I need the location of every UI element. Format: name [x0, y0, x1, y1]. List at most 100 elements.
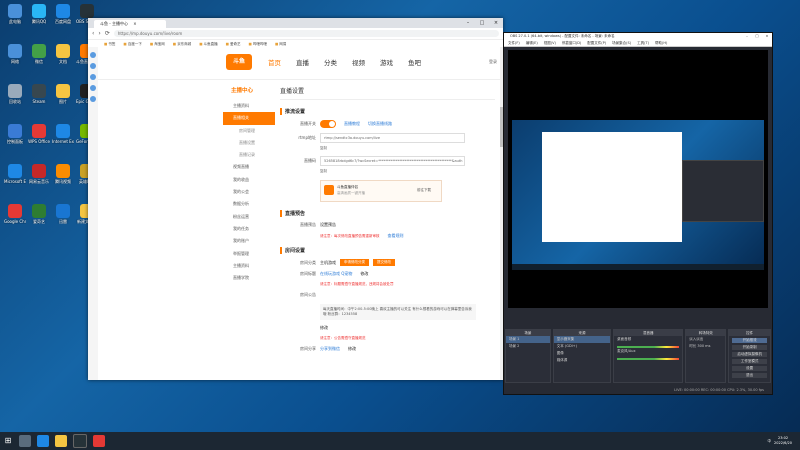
- bookmark-item[interactable]: 哔哩哔哩: [249, 42, 267, 47]
- desktop-icon[interactable]: 腾讯视频: [52, 164, 74, 184]
- sidebar-item[interactable]: 我的任务: [223, 223, 275, 235]
- volume-meter[interactable]: [617, 358, 680, 360]
- edge-taskbar-icon[interactable]: [37, 435, 49, 447]
- search-icon[interactable]: [19, 435, 31, 447]
- desktop-icon[interactable]: 网络: [4, 44, 26, 64]
- transition-item[interactable]: 时长 300 ms: [686, 343, 725, 350]
- nav-item[interactable]: 首页: [268, 57, 281, 67]
- clock[interactable]: 23:02 2022/6/20: [774, 436, 792, 446]
- download-button[interactable]: 前往下载: [417, 188, 431, 193]
- switch-line-link[interactable]: 切换直播线路: [368, 121, 392, 127]
- source-item[interactable]: 文本 (GDI+): [554, 343, 610, 350]
- sidebar-item[interactable]: 直播相关: [223, 112, 275, 125]
- sidebar-item[interactable]: 我的公会: [223, 186, 275, 198]
- bookmark-item[interactable]: 百度一下: [123, 42, 142, 47]
- source-item[interactable]: 媒体源: [554, 357, 610, 364]
- obs-preview[interactable]: [508, 50, 768, 308]
- obs-menu-item[interactable]: 文件(F): [508, 40, 520, 46]
- rules-link[interactable]: 查看规则: [388, 233, 404, 239]
- desktop-icon[interactable]: 百度网盘: [52, 4, 74, 24]
- sidebar-item[interactable]: 举报管理: [223, 248, 275, 260]
- sidebar-item[interactable]: 我的收益: [223, 174, 275, 186]
- rail-icon[interactable]: [90, 52, 96, 58]
- source-item[interactable]: 图像: [554, 350, 610, 357]
- desktop-icon[interactable]: Internet Explorer: [52, 124, 74, 144]
- notice-text[interactable]: 每天直播时间：中午2:00-5:00晚上 喜欢主播的可以关注 有什么想看的游戏可…: [320, 304, 476, 320]
- scene-item[interactable]: 场景 2: [506, 343, 550, 350]
- scene-item[interactable]: 场景 1: [506, 336, 550, 343]
- source-item[interactable]: 显示器采集: [553, 336, 611, 343]
- bookmark-item[interactable]: 爱奇艺: [226, 42, 241, 47]
- desktop-icon[interactable]: Google Chrome: [4, 204, 26, 224]
- back-icon[interactable]: ‹: [92, 30, 94, 37]
- sidebar-item[interactable]: 视频直播: [223, 161, 275, 173]
- desktop-icon[interactable]: 腾讯QQ: [28, 4, 50, 24]
- desktop-icon[interactable]: 回收站: [4, 84, 26, 104]
- sidebar-item[interactable]: 直播学院: [223, 272, 275, 284]
- obs-menu-item[interactable]: 工具(T): [637, 40, 649, 46]
- live-toggle[interactable]: [320, 120, 336, 128]
- desktop-icon[interactable]: 爱奇艺: [28, 204, 50, 224]
- share-value[interactable]: 分享到微信: [320, 346, 340, 352]
- desktop-icon[interactable]: Steam: [28, 84, 50, 104]
- browser-tab[interactable]: 斗鱼 - 主播中心 ×: [94, 20, 166, 28]
- bookmark-item[interactable]: 网易: [275, 42, 286, 47]
- desktop-icon[interactable]: 网易云音乐: [28, 164, 50, 184]
- forward-icon[interactable]: ›: [98, 30, 100, 37]
- copy-key-button[interactable]: 复制: [320, 169, 495, 174]
- minimize-icon[interactable]: –: [742, 33, 752, 40]
- obs-menu-item[interactable]: 停靠窗口(D): [562, 40, 581, 46]
- rail-icon[interactable]: [90, 96, 96, 102]
- sidebar-item[interactable]: 直播记录: [223, 149, 275, 161]
- sidebar-item[interactable]: 房间管理: [223, 125, 275, 137]
- bookmark-item[interactable]: 京东商城: [173, 42, 191, 47]
- obs-control-button[interactable]: 启动虚拟摄像机: [732, 352, 767, 357]
- douyu-logo[interactable]: 斗鱼: [226, 54, 252, 70]
- sidebar-item[interactable]: 直播设置: [223, 137, 275, 149]
- obs-menu-item[interactable]: 编辑(E): [526, 40, 538, 46]
- sidebar-item[interactable]: 粉丝运营: [223, 211, 275, 223]
- login-button[interactable]: 登录: [489, 59, 497, 65]
- nav-item[interactable]: 视频: [352, 57, 365, 67]
- url-input[interactable]: https://mp.douyu.com/live/room: [113, 30, 499, 37]
- desktop-icon[interactable]: Microsoft Edge: [4, 164, 26, 184]
- sidebar-item[interactable]: 数据分析: [223, 198, 275, 210]
- nav-item[interactable]: 直播: [296, 57, 309, 67]
- rail-icon[interactable]: [90, 74, 96, 80]
- edit-title-button[interactable]: 修改: [360, 271, 368, 277]
- obs-control-button[interactable]: 退出: [732, 373, 767, 378]
- desktop-icon[interactable]: WPS Office: [28, 124, 50, 144]
- obs-control-button[interactable]: 开始录制: [732, 345, 767, 350]
- obs-taskbar-icon[interactable]: [73, 434, 87, 448]
- copy-rtmp-button[interactable]: 复制: [320, 146, 495, 151]
- obs-menu-item[interactable]: 视图(V): [544, 40, 556, 46]
- nav-item[interactable]: 游戏: [380, 57, 393, 67]
- desktop-icon[interactable]: 微信: [28, 44, 50, 64]
- desktop-icon[interactable]: 此电脑: [4, 4, 26, 24]
- nav-item[interactable]: 鱼吧: [408, 57, 421, 67]
- sidebar-item[interactable]: 主播资料: [223, 260, 275, 272]
- tray-language[interactable]: 中: [768, 439, 772, 444]
- start-button[interactable]: ⊞: [0, 432, 16, 450]
- obs-control-button[interactable]: 设置: [732, 366, 767, 371]
- sidebar-item[interactable]: 我的账户: [223, 235, 275, 247]
- desktop-icon[interactable]: 控制面板: [4, 124, 26, 144]
- transition-item[interactable]: 淡入淡出: [686, 336, 725, 343]
- apply-category-button[interactable]: 申请修改分类: [340, 259, 369, 266]
- submit-button[interactable]: 提交修改: [373, 259, 395, 266]
- rail-icon[interactable]: [90, 85, 96, 91]
- minimize-icon[interactable]: –: [461, 18, 475, 28]
- maximize-icon[interactable]: □: [475, 18, 489, 28]
- maximize-icon[interactable]: □: [752, 33, 762, 40]
- bookmark-item[interactable]: 淘宝网: [150, 42, 165, 47]
- desktop-icon[interactable]: 图片: [52, 84, 74, 104]
- edit-notice-button[interactable]: 修改: [320, 325, 328, 331]
- bookmark-item[interactable]: 斗鱼直播: [199, 42, 218, 47]
- tutorial-link[interactable]: 直播教程: [344, 121, 360, 127]
- close-window-icon[interactable]: ×: [489, 18, 503, 28]
- obs-menu-item[interactable]: 配置文件(P): [587, 40, 606, 46]
- reload-icon[interactable]: ⟳: [105, 30, 110, 37]
- preview-value[interactable]: 设置预告: [320, 222, 336, 228]
- close-icon[interactable]: ×: [133, 21, 136, 26]
- obs-menu-item[interactable]: 帮助(H): [655, 40, 667, 46]
